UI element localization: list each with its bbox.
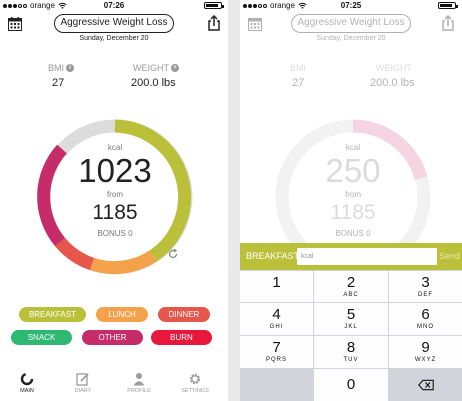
tab-diary[interactable]: DIARY — [63, 370, 103, 394]
send-button[interactable]: Send — [439, 251, 460, 261]
tab-label: DIARY — [74, 388, 92, 394]
tab-settings[interactable]: SETTINGS — [175, 370, 215, 394]
key-1[interactable]: 1 — [240, 271, 313, 302]
key-4[interactable]: 4 GHI — [240, 303, 313, 335]
info-icon[interactable]: i — [66, 64, 75, 72]
date-label: Sunday, December 20 — [316, 35, 386, 42]
ring-icon — [20, 372, 34, 386]
add-weight-icon[interactable]: + — [171, 64, 179, 72]
key-letters: ABC — [343, 292, 359, 298]
key-0[interactable]: 0 — [314, 369, 388, 401]
key-number: 5 — [346, 306, 356, 323]
key-3[interactable]: 3 DEF — [389, 271, 462, 302]
kcal-input[interactable] — [297, 248, 437, 265]
tab-bar: MAIN DIARY PROFILE SETTINGS — [0, 370, 228, 401]
bmi-value: 27 — [52, 77, 65, 89]
key-letters: PQRS — [265, 357, 287, 363]
bmi-value: 27 — [292, 77, 305, 89]
weight-value: 200.0 lbs — [370, 77, 415, 89]
key-9[interactable]: 9 WXYZ — [389, 336, 462, 368]
plan-selector: Aggressive Weight Loss — [291, 14, 411, 33]
calendar-icon — [248, 18, 262, 31]
tab-main[interactable]: MAIN — [7, 370, 47, 394]
key-letters: WXYZ — [414, 357, 437, 363]
key-number: 7 — [272, 339, 281, 356]
snack-button[interactable]: SNACK — [11, 330, 72, 345]
ring-dinner-segment — [54, 237, 95, 271]
key-number: 8 — [346, 339, 356, 356]
tab-label: PROFILE — [127, 388, 151, 394]
key-letters: DEF — [418, 292, 433, 298]
bmi-label: BMI — [48, 63, 65, 73]
refresh-icon[interactable] — [168, 249, 178, 259]
weight-value: 200.0 lbs — [131, 77, 176, 89]
weight-label: WEIGHT — [133, 63, 169, 73]
tab-profile[interactable]: PROFILE — [119, 370, 159, 394]
key-letters: GHI — [269, 324, 284, 330]
kcal-entry: 250 — [325, 152, 381, 189]
key-7[interactable]: 7 PQRS — [240, 336, 313, 368]
kcal-goal: 1185 — [330, 201, 376, 224]
battery-icon — [438, 2, 458, 9]
calendar-icon[interactable] — [8, 17, 22, 31]
key-8[interactable]: 8 TUV — [314, 336, 388, 368]
key-number: 9 — [421, 339, 430, 356]
numeric-keypad: 1 2 ABC 3 DEF 4 GHI 5 JKL 6 MNO 7 PQRS 8… — [240, 270, 462, 401]
key-2[interactable]: 2 ABC — [314, 271, 388, 302]
lunch-button[interactable]: LUNCH — [96, 307, 148, 322]
main-screen: orange 07:26 Aggressive Weight Loss Sund… — [0, 0, 228, 401]
key-5[interactable]: 5 JKL — [314, 303, 388, 335]
status-bar: orange 07:26 — [0, 0, 228, 12]
entry-screen: orange 07:25 Aggressive Weight Loss Sund… — [240, 0, 462, 401]
status-bar: orange 07:25 — [240, 0, 462, 12]
key-6[interactable]: 6 MNO — [389, 303, 462, 335]
weight-label-row[interactable]: WEIGHT + — [133, 63, 179, 73]
kcal-unit: kcal — [107, 143, 123, 152]
dinner-button[interactable]: DINNER — [158, 307, 210, 322]
share-icon[interactable] — [208, 15, 220, 31]
person-icon — [133, 373, 145, 386]
key-letters: MNO — [417, 324, 434, 330]
backspace-icon — [417, 379, 434, 391]
entry-meal-label: BREAKFAST — [246, 251, 300, 261]
entry-bar: BREAKFAST Send — [240, 243, 462, 270]
kcal-remaining: 1023 — [78, 152, 152, 189]
share-icon — [442, 15, 454, 31]
key-letters: TUV — [343, 357, 359, 363]
date-label: Sunday, December 20 — [79, 35, 149, 42]
bonus-label: BONUS 0 — [97, 229, 133, 238]
other-button[interactable]: OTHER — [82, 330, 143, 345]
burn-button[interactable]: BURN — [151, 330, 212, 345]
kcal-unit: kcal — [345, 143, 361, 152]
kcal-goal: 1185 — [92, 201, 138, 224]
status-time: 07:26 — [103, 1, 125, 10]
bmi-label-row[interactable]: BMI i — [48, 63, 75, 73]
status-time: 07:25 — [340, 1, 362, 10]
key-number: 0 — [346, 376, 356, 393]
breakfast-button[interactable]: BREAKFAST — [19, 307, 86, 322]
key-number: 3 — [421, 274, 430, 291]
plan-selector[interactable]: Aggressive Weight Loss — [54, 14, 174, 33]
key-number: 2 — [346, 274, 356, 291]
bonus-label: BONUS 0 — [335, 229, 371, 238]
delete-key[interactable] — [389, 369, 462, 401]
gear-icon — [189, 373, 201, 385]
tab-label: MAIN — [20, 388, 34, 394]
key-number: 6 — [421, 306, 430, 323]
key-letters: JKL — [344, 324, 358, 330]
pencil-icon — [76, 373, 89, 386]
key-number: 4 — [272, 306, 281, 323]
weight-label: WEIGHT — [376, 63, 412, 73]
key-number: 1 — [272, 274, 281, 291]
blank-key — [240, 369, 313, 401]
tab-label: SETTINGS — [181, 388, 209, 394]
battery-icon — [204, 2, 224, 9]
from-label: from — [107, 190, 123, 199]
ring-lunch-segment — [89, 250, 157, 274]
from-label: from — [345, 190, 361, 199]
bmi-label: BMI — [290, 63, 307, 73]
